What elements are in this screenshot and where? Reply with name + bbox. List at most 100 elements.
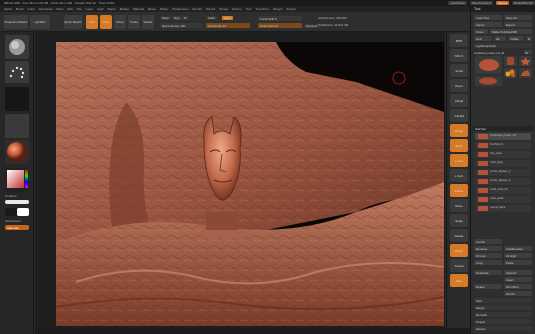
local-button[interactable]: Local — [450, 154, 468, 167]
menu-color[interactable]: Color — [28, 7, 35, 11]
menu-tool[interactable]: Tool — [246, 7, 252, 11]
subtool-row-9[interactable]: ground_plane — [475, 205, 531, 212]
menu-document[interactable]: Document — [39, 7, 53, 11]
del-all-button[interactable]: Del All — [504, 291, 532, 296]
paste-button[interactable]: Paste — [504, 260, 532, 265]
split-section[interactable]: Split — [474, 298, 532, 303]
alternate-button[interactable]: Alternate — [5, 225, 29, 230]
menu-macro[interactable]: Macro — [107, 7, 115, 11]
save-as-button[interactable]: Save As — [504, 15, 532, 20]
menu-zplugin[interactable]: Zplugin — [273, 7, 283, 11]
menu-file[interactable]: File — [77, 7, 82, 11]
duplicate-button[interactable]: Duplicate — [474, 270, 502, 275]
subtool-row-4[interactable]: rocks_large — [475, 160, 531, 167]
m-button[interactable]: M — [182, 16, 189, 20]
goz-all-button[interactable]: All — [494, 36, 506, 41]
menu-brush[interactable]: Brush — [16, 7, 24, 11]
menu-material[interactable]: Material — [133, 7, 144, 11]
all-low-button[interactable]: All Low — [474, 253, 502, 258]
tool-palette-title[interactable]: Tool — [471, 6, 535, 12]
menu-texture[interactable]: Texture — [232, 7, 242, 11]
rgb-intensity-slider[interactable]: Rgb Intensity 100 — [160, 23, 202, 28]
menus-button[interactable]: Menus — [495, 1, 509, 5]
all-high-button[interactable]: All High — [504, 253, 532, 258]
menu-zscript[interactable]: Zscript — [287, 7, 296, 11]
menu-preferences[interactable]: Preferences — [172, 7, 188, 11]
rgb-button[interactable]: Rgb — [172, 16, 182, 20]
menu-alpha[interactable]: Alpha — [4, 7, 12, 11]
rename-button[interactable]: Rename — [474, 246, 502, 251]
quick-sketch-button[interactable]: Quick Sketch — [64, 15, 82, 29]
tool-thumb-simplebrush[interactable] — [504, 68, 517, 78]
subtool-header[interactable]: SubTool — [473, 126, 534, 131]
menu-movie[interactable]: Movie — [148, 7, 156, 11]
solo-button[interactable]: Solo — [450, 274, 468, 287]
tool-thumb-cylinder[interactable] — [504, 56, 517, 66]
subtool-row-1[interactable]: Lunpfelsed_mester_ki2 — [475, 133, 531, 140]
menu-marker[interactable]: Marker — [120, 7, 129, 11]
zadd-button[interactable]: Zadd — [206, 16, 217, 20]
tool-thumb-polymesh[interactable] — [519, 56, 532, 66]
brush-selector[interactable] — [5, 35, 29, 59]
append-button[interactable]: Append — [504, 270, 532, 275]
lightbox-button[interactable]: LightBox — [30, 15, 50, 29]
tool-thumb-current[interactable] — [475, 56, 502, 74]
scroll-button[interactable]: Scroll — [450, 64, 468, 77]
draw-size-slider[interactable]: Draw Size 64 — [258, 23, 302, 28]
z-intensity-slider[interactable]: Z Intensity 25 — [206, 23, 250, 28]
import-button[interactable]: Import — [474, 22, 502, 27]
edit-button[interactable]: Edit — [86, 15, 98, 29]
subtool-row-8[interactable]: rocks_detail — [475, 196, 531, 203]
delete-button[interactable]: Delete — [474, 284, 502, 289]
subtool-row-5[interactable]: terrain_displace_2 — [475, 169, 531, 176]
subtool-row-3[interactable]: face_head — [475, 151, 531, 158]
scale-view-button[interactable]: Scale — [450, 214, 468, 227]
menu-picker[interactable]: Picker — [160, 7, 168, 11]
rotate-view-button[interactable]: Rotate — [450, 229, 468, 242]
floor-button[interactable]: Floor — [450, 139, 468, 152]
projection-master-button[interactable]: Projection Master — [4, 15, 28, 29]
project-section[interactable]: Project — [474, 319, 532, 324]
mrgb-button[interactable]: Mrgb — [160, 16, 171, 20]
r-button[interactable]: R — [526, 36, 532, 41]
actual-button[interactable]: Actual — [450, 94, 468, 107]
insert-button[interactable]: Insert — [504, 277, 532, 282]
move-button[interactable]: Move — [114, 15, 126, 29]
polyf-button[interactable]: PolyF — [450, 244, 468, 257]
clone-button[interactable]: Clone — [474, 29, 488, 34]
aahalf-button[interactable]: AAHalf — [450, 109, 468, 122]
main-color-swatch[interactable] — [17, 208, 29, 216]
transp-button[interactable]: Transp — [450, 259, 468, 272]
alpha-selector[interactable] — [5, 87, 29, 111]
rotate-button[interactable]: Rotate — [142, 15, 154, 29]
texture-selector[interactable] — [5, 114, 29, 138]
menu-stencil[interactable]: Stencil — [206, 7, 215, 11]
document-canvas[interactable] — [56, 42, 444, 326]
spix-button[interactable]: SPix 3 — [450, 49, 468, 62]
tool-thumb-sphere[interactable] — [475, 76, 502, 86]
lsym-button[interactable]: L.Sym — [450, 169, 468, 182]
quicksave-button[interactable]: QuickSave — [448, 1, 467, 5]
gradient-swatch[interactable] — [5, 200, 29, 204]
default-script-button[interactable]: DefaultZScript — [511, 1, 535, 5]
merge-section[interactable]: Merge — [474, 305, 532, 310]
secondary-color-swatch[interactable] — [5, 208, 17, 216]
menu-light[interactable]: Light — [97, 7, 104, 11]
zsub-button[interactable]: Zsub — [222, 16, 233, 20]
goz-button[interactable]: GoZ — [474, 36, 492, 41]
visible-button[interactable]: Visible — [508, 36, 524, 41]
remesh-section[interactable]: Remesh — [474, 312, 532, 317]
move-view-button[interactable]: Move — [450, 199, 468, 212]
menu-layer[interactable]: Layer — [85, 7, 93, 11]
del-other-button[interactable]: Del Other — [504, 284, 532, 289]
menu-render[interactable]: Render — [192, 7, 202, 11]
make-polymesh-button[interactable]: Make PolyMesh3D — [490, 29, 532, 34]
load-tool-button[interactable]: Load Tool — [474, 15, 502, 20]
frame-button[interactable]: Frame — [450, 184, 468, 197]
switch-color-label[interactable]: SwitchColor — [5, 219, 21, 223]
draw-button[interactable]: Draw — [100, 15, 112, 29]
menu-stroke[interactable]: Stroke — [219, 7, 228, 11]
scale-button[interactable]: Scale — [128, 15, 140, 29]
tool-thumb-lunpfelsed[interactable] — [519, 68, 532, 78]
stroke-selector[interactable] — [5, 61, 29, 83]
